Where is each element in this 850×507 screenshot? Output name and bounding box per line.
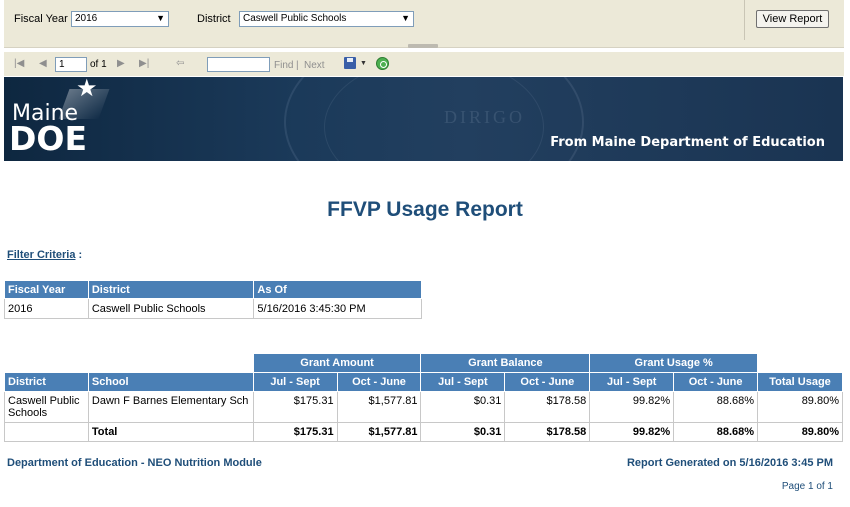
- next-link[interactable]: Next: [304, 60, 325, 71]
- report-toolbar: |◀ ◀ 1 of 1 ▶ ▶| ⇦ Find | Next ▼: [4, 52, 844, 76]
- column-header: Jul - Sept: [420, 372, 506, 392]
- table-cell: 89.80%: [757, 391, 843, 423]
- column-header: Oct - June: [336, 372, 422, 392]
- view-report-area: View Report: [744, 0, 844, 40]
- table-cell: $175.31: [252, 422, 338, 442]
- find-input[interactable]: [207, 57, 270, 72]
- blank-header: [757, 353, 843, 373]
- page-number-value: 1: [59, 59, 65, 70]
- table-cell: 99.82%: [589, 391, 675, 423]
- table-cell: $178.58: [504, 391, 591, 423]
- chevron-down-icon: ▼: [401, 13, 410, 23]
- find-link[interactable]: Find: [274, 60, 293, 71]
- total-row: Total $175.31 $1,577.81 $0.31 $178.58 99…: [4, 422, 843, 442]
- table-cell: Total: [87, 422, 254, 442]
- table-cell: $1,577.81: [336, 422, 422, 442]
- page-indicator: Page 1 of 1: [781, 481, 833, 492]
- star-icon: ★: [76, 77, 98, 102]
- table-cell: 88.68%: [673, 422, 759, 442]
- filter-header-row: Fiscal Year District As Of: [4, 280, 422, 299]
- column-header: Oct - June: [673, 372, 759, 392]
- column-header: Jul - Sept: [252, 372, 338, 392]
- table-cell: Caswell Public Schools: [87, 298, 255, 319]
- column-header: As Of: [253, 280, 422, 299]
- table-cell: 2016: [4, 298, 89, 319]
- maine-doe-banner: DIRIGO ★ Maine DOE From Maine Department…: [4, 77, 843, 161]
- find-separator: |: [296, 60, 299, 71]
- district-select[interactable]: Caswell Public Schools ▼: [239, 11, 414, 27]
- column-header: Jul - Sept: [589, 372, 675, 392]
- table-cell: Caswell Public Schools: [4, 391, 89, 423]
- column-header: District: [4, 372, 89, 392]
- logo-doe-text: DOE: [9, 119, 87, 158]
- group-header-row: Grant Amount Grant Balance Grant Usage %: [4, 353, 843, 373]
- view-report-button[interactable]: View Report: [756, 10, 829, 28]
- fiscal-year-select[interactable]: 2016 ▼: [71, 11, 169, 27]
- column-header-row: District School Jul - Sept Oct - June Ju…: [4, 372, 843, 392]
- table-cell: $178.58: [504, 422, 591, 442]
- first-page-icon[interactable]: |◀: [14, 58, 24, 70]
- last-page-icon[interactable]: ▶|: [139, 58, 149, 70]
- footer-generated: Report Generated on 5/16/2016 3:45 PM: [626, 457, 833, 469]
- parameter-bar: Fiscal Year 2016 ▼ District Caswell Publ…: [4, 0, 844, 48]
- group-header-grant-amount: Grant Amount: [252, 353, 422, 373]
- column-header: Oct - June: [504, 372, 591, 392]
- save-icon[interactable]: [344, 57, 356, 69]
- refresh-icon[interactable]: [376, 57, 389, 70]
- table-cell: Dawn F Barnes Elementary Sch: [87, 391, 254, 423]
- table-row: 2016 Caswell Public Schools 5/16/2016 3:…: [4, 298, 422, 319]
- total-pages-text: of 1: [90, 59, 107, 70]
- group-header-grant-balance: Grant Balance: [420, 353, 591, 373]
- banner-tagline: From Maine Department of Education: [550, 135, 825, 150]
- column-header: District: [87, 280, 255, 299]
- filter-criteria: Filter Criteria :: [7, 249, 82, 261]
- table-cell: 88.68%: [673, 391, 759, 423]
- column-header: Total Usage: [757, 372, 843, 392]
- next-page-icon[interactable]: ▶: [117, 58, 125, 70]
- usage-table: Grant Amount Grant Balance Grant Usage %…: [4, 353, 843, 442]
- table-cell: $1,577.81: [336, 391, 422, 423]
- footer-department: Department of Education - NEO Nutrition …: [7, 457, 262, 469]
- table-cell: $0.31: [420, 422, 506, 442]
- chevron-down-icon: ▼: [156, 13, 165, 23]
- column-header: Fiscal Year: [4, 280, 89, 299]
- column-header: School: [87, 372, 254, 392]
- table-cell: $0.31: [420, 391, 506, 423]
- district-value: Caswell Public Schools: [243, 13, 347, 24]
- back-icon[interactable]: ⇦: [176, 58, 184, 70]
- filter-criteria-table: Fiscal Year District As Of 2016 Caswell …: [4, 280, 422, 319]
- table-row: Caswell Public Schools Dawn F Barnes Ele…: [4, 391, 843, 423]
- table-cell: 99.82%: [589, 422, 675, 442]
- group-header-grant-usage: Grant Usage %: [589, 353, 759, 373]
- seal-motto: DIRIGO: [444, 107, 525, 127]
- fiscal-year-label: Fiscal Year: [14, 13, 68, 25]
- blank-header: [4, 353, 254, 373]
- table-cell: [4, 422, 89, 442]
- filter-criteria-colon: :: [75, 249, 83, 261]
- fiscal-year-value: 2016: [75, 13, 98, 24]
- report-title: FFVP Usage Report: [327, 198, 523, 221]
- table-cell: $175.31: [252, 391, 338, 423]
- export-dropdown-icon[interactable]: ▼: [360, 60, 367, 67]
- filter-criteria-link[interactable]: Filter Criteria: [7, 249, 75, 261]
- table-cell: 5/16/2016 3:45:30 PM: [253, 298, 422, 319]
- table-cell: 89.80%: [757, 422, 843, 442]
- previous-page-icon[interactable]: ◀: [39, 58, 47, 70]
- page-number-input[interactable]: 1: [55, 57, 87, 72]
- district-label: District: [197, 13, 231, 25]
- parameter-collapse-handle[interactable]: [408, 44, 438, 48]
